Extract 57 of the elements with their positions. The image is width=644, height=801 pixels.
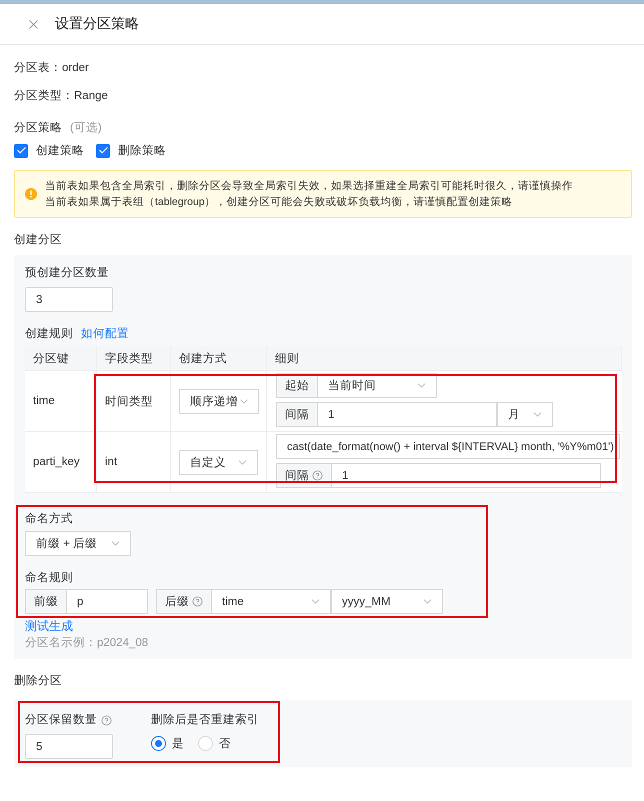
help-link[interactable]: 如何配置 — [81, 326, 129, 342]
help-icon — [312, 470, 323, 481]
radio-button[interactable] — [151, 736, 166, 751]
checkbox-label: 删除策略 — [118, 144, 166, 158]
field-label: 预创建分区数量 — [25, 266, 109, 281]
input-field[interactable]: cast(date_format(now() + interval ${INTERVAL} month, '%Y%m01') — [276, 434, 620, 459]
input-field[interactable]: 1 — [331, 463, 601, 488]
info-text: 分区类型：Range — [14, 88, 108, 104]
column-header: 创建方式 — [171, 346, 267, 370]
column-header: 细则 — [267, 346, 622, 370]
checkbox[interactable] — [96, 144, 110, 158]
alert-text: 当前表如果包含全局索引，删除分区会导致全局索引失效，如果选择重建全局索引可能耗时很久，请谨慎操作 — [45, 179, 573, 194]
test-link[interactable]: 测试生成 — [25, 619, 73, 633]
help-icon — [192, 596, 203, 607]
field-addon: 间隔 — [276, 463, 331, 488]
table-cell: 时间类型 — [97, 371, 171, 431]
dialog-title: 设置分区策略 — [55, 15, 139, 33]
field-addon: 前缀 — [25, 589, 66, 614]
alert-text: 当前表如果属于表组（tablegroup），创建分区可能会失败或破坏负载均衡，请谨慎配置创建策略 — [45, 195, 514, 210]
table-cell: parti_key — [25, 432, 97, 492]
example-text: 分区名示例：p2024_08 — [25, 636, 150, 651]
table-cell: time — [25, 371, 97, 431]
field-label: 命名规则 — [25, 570, 73, 586]
count-input[interactable]: 3 — [25, 287, 113, 312]
info-text: 分区表：order — [14, 60, 89, 76]
input-field[interactable]: 1 — [317, 402, 497, 427]
keep-input[interactable]: 5 — [25, 734, 113, 759]
check-icon — [98, 145, 108, 156]
section-title: 删除分区 — [14, 675, 62, 687]
section-title: 创建分区 — [14, 234, 62, 246]
naming-select[interactable]: 前缀 + 后缀 — [25, 531, 131, 556]
column-header: 分区键 — [25, 346, 97, 370]
prefix-input[interactable]: p — [66, 589, 148, 614]
field-label: 删除后是否重建索引 — [151, 712, 259, 728]
table-cell: int — [97, 432, 171, 492]
field-label: 命名方式 — [25, 511, 73, 527]
select-field[interactable]: 当前时间 — [317, 373, 437, 398]
warning-icon — [25, 188, 37, 200]
check-icon — [16, 145, 26, 156]
radio-label: 否 — [219, 737, 231, 751]
column-header: 字段类型 — [97, 346, 171, 370]
radio-label: 是 — [172, 736, 184, 751]
help-icon — [101, 714, 112, 726]
field-addon: 后缀 — [156, 589, 211, 614]
format-select[interactable]: yyyy_MM — [331, 589, 443, 614]
strategy-label: 分区策略 — [14, 120, 62, 136]
checkbox-label: 创建策略 — [36, 144, 84, 158]
field-label: 分区保留数量 — [25, 712, 97, 728]
optional-hint: (可选) — [70, 120, 102, 136]
method-select[interactable]: 顺序递增 — [179, 388, 259, 414]
method-select[interactable]: 自定义 — [179, 450, 258, 474]
checkbox[interactable] — [14, 144, 28, 158]
suffix-select[interactable]: time — [211, 589, 331, 614]
unit-select[interactable]: 月 — [497, 402, 553, 427]
field-label: 创建规则 — [25, 326, 73, 342]
field-addon: 间隔 — [276, 402, 317, 427]
field-addon: 起始 — [276, 373, 317, 398]
